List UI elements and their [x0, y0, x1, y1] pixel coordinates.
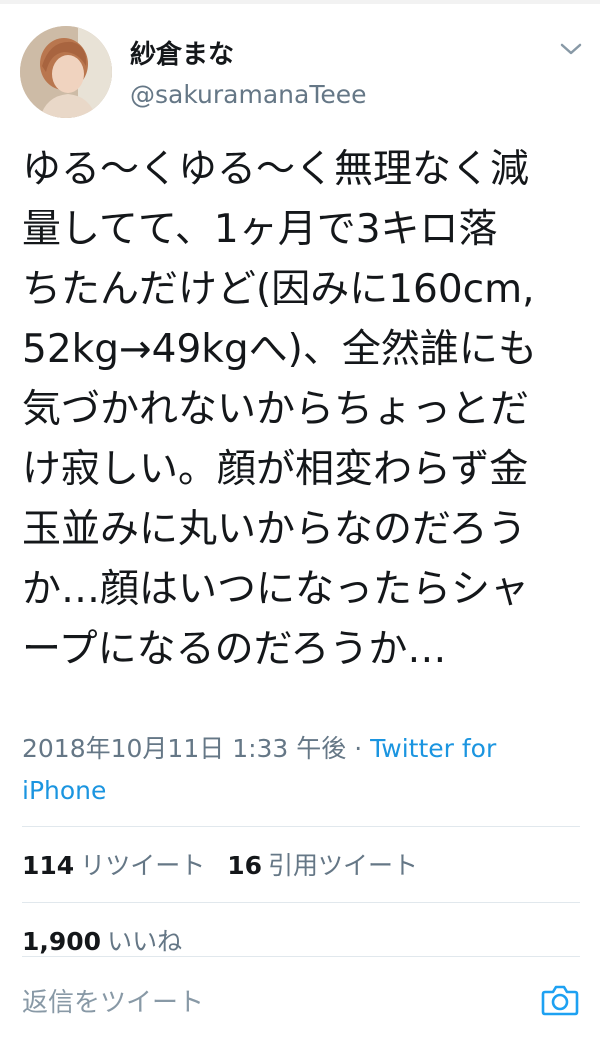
- likes-label: いいね: [107, 927, 183, 956]
- quotes-stat[interactable]: 16 引用ツイート: [227, 851, 418, 880]
- tweet-timestamp[interactable]: 2018年10月11日 1:33 午後: [22, 734, 346, 763]
- quotes-label: 引用ツイート: [268, 851, 419, 880]
- tweet-text: ゆる〜くゆる〜く無理なく減 量してて、1ヶ月で3キロ落 ちたんだけど(因みに16…: [22, 147, 537, 672]
- avatar[interactable]: [20, 26, 112, 118]
- user-handle[interactable]: @sakuramanaTeee: [130, 80, 367, 109]
- divider: [22, 956, 580, 957]
- top-divider: [0, 0, 600, 4]
- retweets-label: リツイート: [80, 851, 206, 880]
- tweet-meta: 2018年10月11日 1:33 午後 · Twitter for iPhone: [22, 728, 582, 812]
- retweets-stat[interactable]: 114 リツイート: [22, 851, 205, 880]
- divider: [22, 902, 580, 903]
- engagement-stats: 114 リツイート 16 引用ツイート: [22, 846, 418, 882]
- reply-input[interactable]: 返信をツイート: [22, 982, 204, 1019]
- display-name[interactable]: 紗倉まな: [130, 34, 234, 71]
- likes-count: 1,900: [22, 927, 102, 956]
- likes-stat[interactable]: 1,900 いいね: [22, 922, 182, 958]
- retweets-count: 114: [22, 851, 75, 880]
- quotes-count: 16: [227, 851, 262, 880]
- camera-icon[interactable]: [540, 982, 580, 1018]
- divider: [22, 826, 580, 827]
- meta-separator: ·: [346, 734, 371, 763]
- chevron-down-icon[interactable]: [558, 40, 584, 58]
